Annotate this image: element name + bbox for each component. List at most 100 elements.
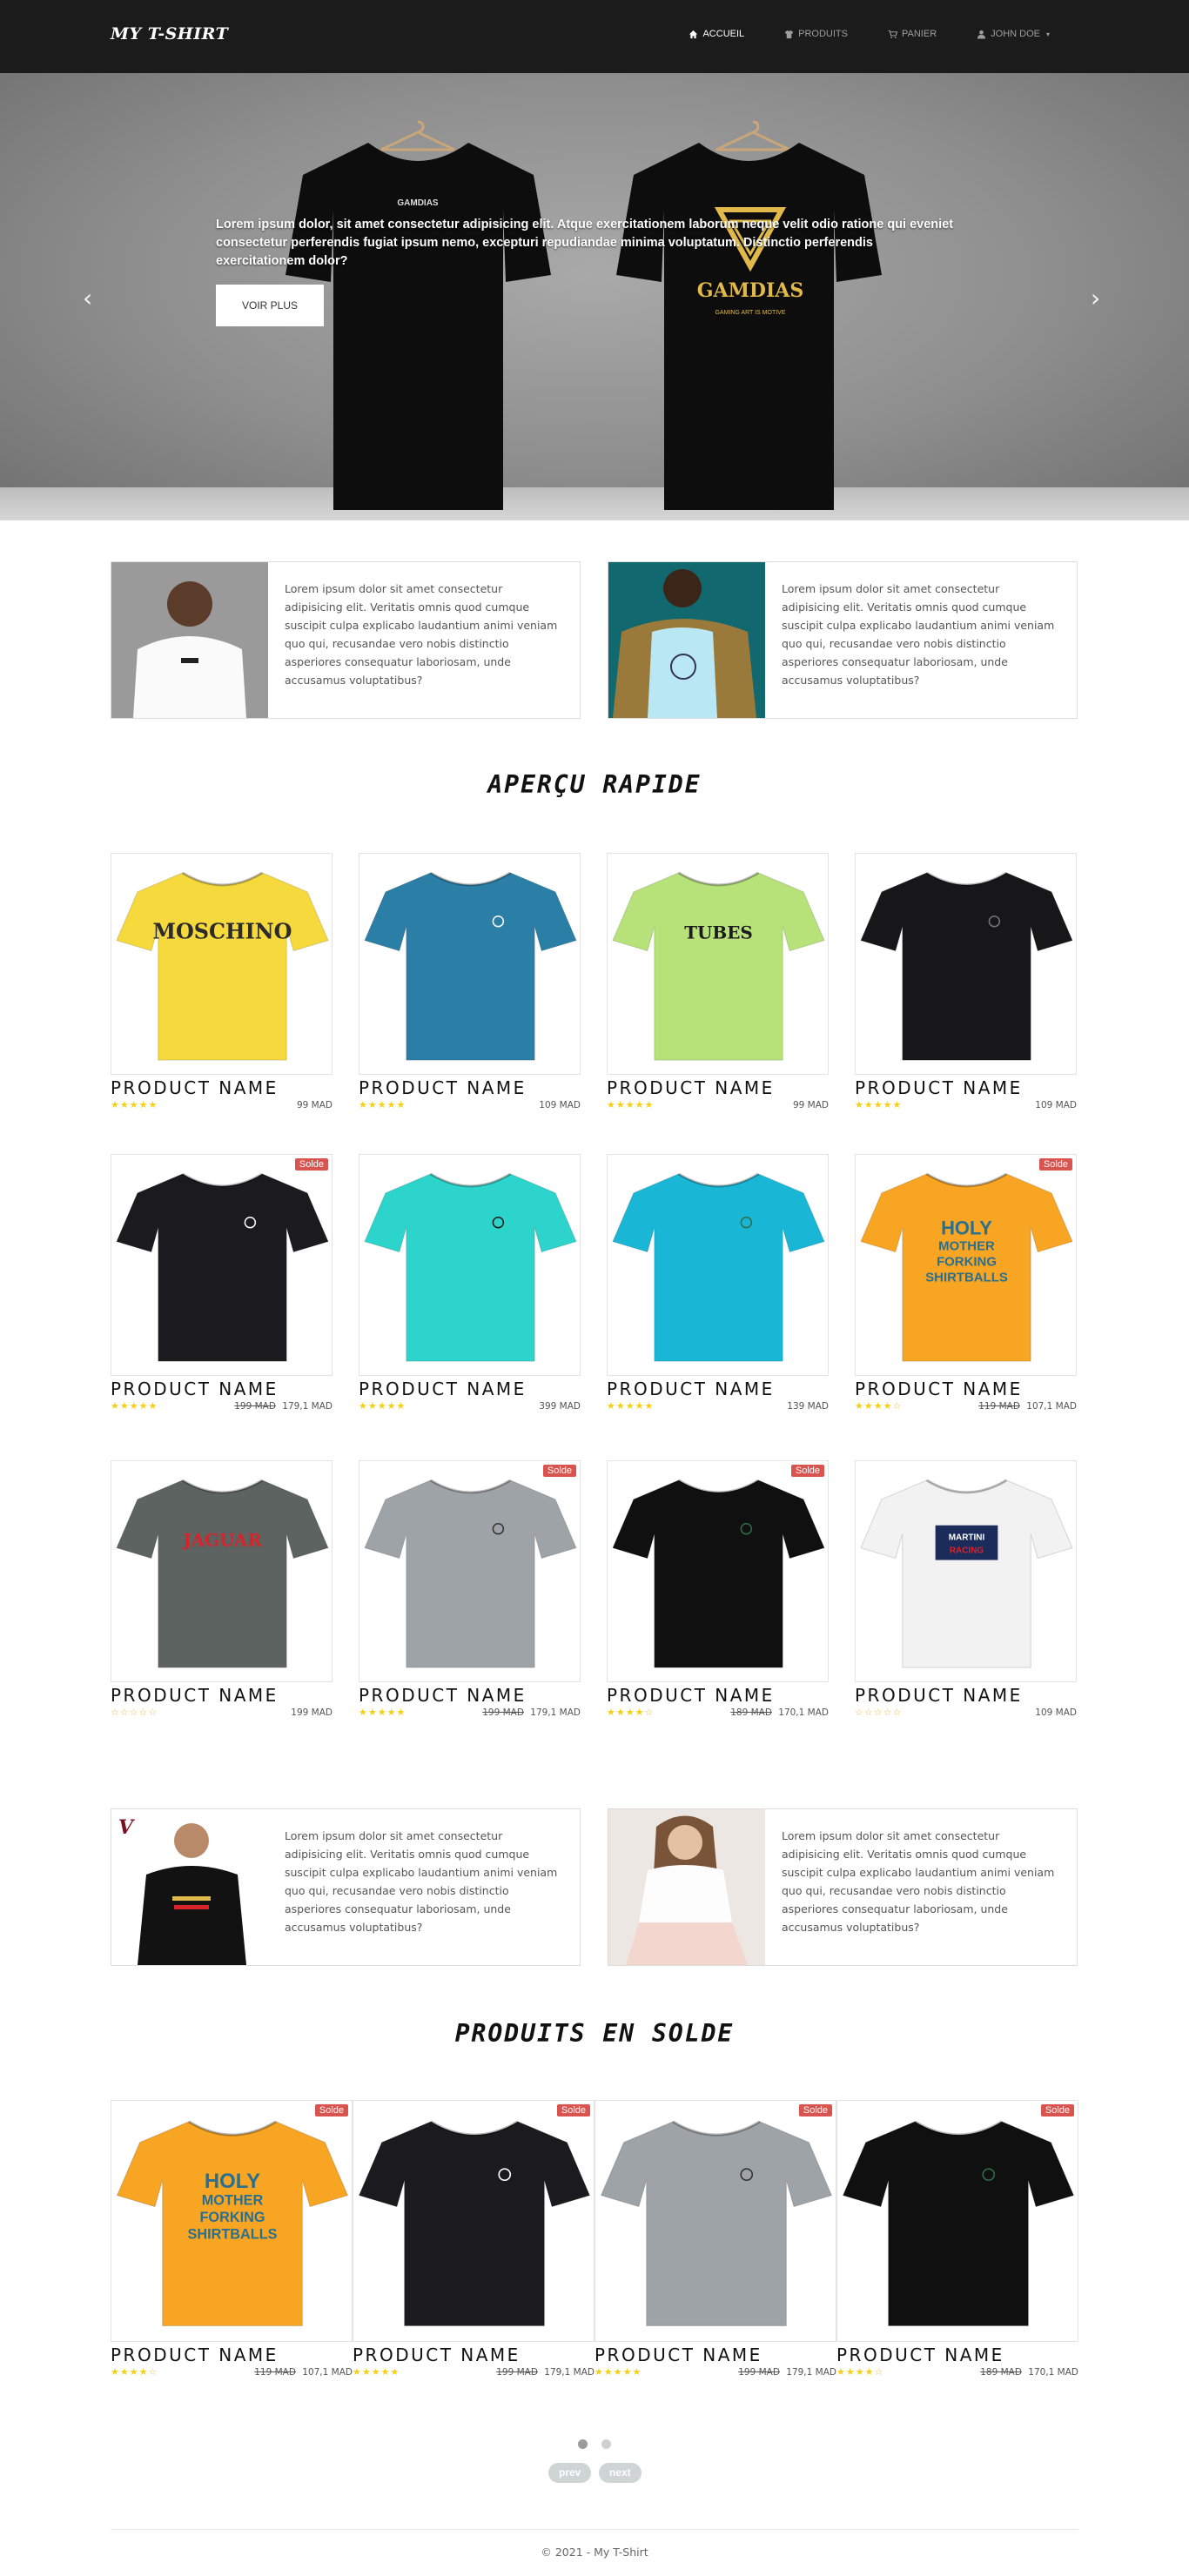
product-price: 139 MAD [787,1401,829,1412]
svg-text:JAGUAR: JAGUAR [181,1530,262,1551]
rating-stars: ★★★★★ [353,2366,400,2378]
carousel-next-button[interactable]: next [599,2463,642,2483]
product-card[interactable]: Solde PRODUCT NAME ★★★★★ 199 MAD 179,1 M… [359,1460,581,1720]
product-image[interactable]: Solde [607,1460,829,1682]
product-image[interactable]: Solde [594,2100,836,2342]
star-full-icon: ★ [371,2366,381,2378]
current-price: 170,1 MAD [1028,2367,1078,2378]
chevron-right-icon[interactable]: › [1091,284,1100,312]
rating-stars: ★★★★★ [855,1099,902,1111]
product-card[interactable]: Solde PRODUCT NAME ★★★★☆ 189 MAD 170,1 M… [836,2100,1078,2379]
product-name[interactable]: PRODUCT NAME [111,1685,333,1706]
product-image[interactable] [359,853,581,1075]
product-image[interactable]: HOLY MOTHER FORKING SHIRTBALLS Solde [855,1154,1077,1376]
product-image[interactable]: JAGUAR [111,1460,333,1682]
product-image[interactable]: TUBES [607,853,829,1075]
star-full-icon: ★ [111,1099,120,1110]
svg-text:HOLY: HOLY [941,1218,992,1239]
sale-badge: Solde [790,1465,824,1477]
product-card[interactable]: Solde PRODUCT NAME ★★★★☆ 189 MAD 170,1 M… [607,1460,829,1720]
star-full-icon: ★ [635,1099,645,1110]
product-name[interactable]: PRODUCT NAME [607,1077,829,1098]
svg-text:MARTINI: MARTINI [949,1533,985,1543]
product-card[interactable]: PRODUCT NAME ★★★★★ 399 MAD [359,1154,581,1413]
product-card[interactable]: Solde PRODUCT NAME ★★★★★ 199 MAD 179,1 M… [594,2100,836,2379]
product-name[interactable]: PRODUCT NAME [855,1685,1077,1706]
sale-badge: Solde [1040,2104,1074,2116]
rating-stars: ★★★★★ [607,1400,654,1412]
sale-badge: Solde [556,2104,590,2116]
star-full-icon: ★ [855,1400,864,1412]
product-name[interactable]: PRODUCT NAME [594,2345,836,2365]
product-card[interactable]: PRODUCT NAME ★★★★★ 139 MAD [607,1154,829,1413]
carousel-dot-2[interactable] [601,2439,611,2449]
nav-accueil[interactable]: ACCUEIL [689,29,744,39]
product-image[interactable] [607,1154,829,1376]
product-name[interactable]: PRODUCT NAME [855,1077,1077,1098]
product-card[interactable]: HOLY MOTHER FORKING SHIRTBALLS Solde PRODUC… [111,2100,353,2379]
product-card[interactable]: JAGUAR PRODUCT NAME ☆☆☆☆☆ 199 MAD [111,1460,333,1720]
star-full-icon: ★ [883,1400,893,1412]
product-name[interactable]: PRODUCT NAME [607,1379,829,1399]
star-empty-icon: ☆ [883,1707,893,1718]
feature-image [111,562,268,718]
star-full-icon: ★ [615,1400,626,1412]
voir-plus-button[interactable]: VOIR PLUS [216,285,324,326]
product-name[interactable]: PRODUCT NAME [359,1077,581,1098]
star-full-icon: ★ [377,1099,387,1110]
star-full-icon: ★ [386,1707,397,1718]
rating-stars: ★★★★★ [111,1400,158,1412]
product-price: 99 MAD [793,1100,829,1110]
main-nav: ACCUEIL PRODUITS PANIER JOHN DOE ▾ [689,29,1050,39]
product-card[interactable]: MARTINI RACING PRODUCT NAME ☆☆☆☆☆ 109 MAD [855,1460,1077,1720]
product-name[interactable]: PRODUCT NAME [359,1685,581,1706]
product-card[interactable]: TUBES PRODUCT NAME ★★★★★ 99 MAD [607,853,829,1112]
shirt-print-left: GAMDIAS [397,198,439,208]
rating-stars: ★★★★★ [594,2366,642,2378]
sale-badge: Solde [294,1158,328,1171]
cart-icon [888,30,897,38]
star-full-icon: ★ [635,1400,645,1412]
product-name[interactable]: PRODUCT NAME [607,1685,829,1706]
product-card[interactable]: PRODUCT NAME ★★★★★ 109 MAD [359,853,581,1112]
brand-logo[interactable]: MY T-SHIRT [111,24,228,44]
carousel-prev-button[interactable]: prev [548,2463,592,2483]
product-image[interactable] [359,1154,581,1376]
svg-text:V: V [118,1816,135,1839]
product-name[interactable]: PRODUCT NAME [111,1379,333,1399]
product-image[interactable]: Solde [353,2100,594,2342]
product-card[interactable]: Solde PRODUCT NAME ★★★★★ 199 MAD 179,1 M… [111,1154,333,1413]
star-empty-icon: ☆ [892,1707,903,1718]
rating-stars: ★★★★☆ [855,1400,902,1412]
carousel-dot-1[interactable] [578,2439,588,2449]
product-name[interactable]: PRODUCT NAME [353,2345,594,2365]
product-image[interactable]: Solde [836,2100,1078,2342]
product-image[interactable] [855,853,1077,1075]
product-card[interactable]: PRODUCT NAME ★★★★★ 109 MAD [855,853,1077,1112]
star-full-icon: ★ [625,1707,635,1718]
product-image[interactable]: HOLY MOTHER FORKING SHIRTBALLS Solde [111,2100,353,2342]
svg-text:MOTHER: MOTHER [202,2192,264,2208]
nav-produits[interactable]: PRODUITS [784,29,848,39]
product-card[interactable]: MOSCHINO PRODUCT NAME ★★★★★ 99 MAD [111,853,333,1112]
product-name[interactable]: PRODUCT NAME [836,2345,1078,2365]
nav-user-dropdown[interactable]: JOHN DOE ▾ [977,29,1050,39]
product-image[interactable]: MOSCHINO [111,853,333,1075]
product-image[interactable]: Solde [111,1154,333,1376]
star-empty-icon: ☆ [138,1707,149,1718]
product-image[interactable]: Solde [359,1460,581,1682]
product-card[interactable]: HOLY MOTHER FORKING SHIRTBALLS Solde PRODUC… [855,1154,1077,1413]
sale-badge: Solde [1038,1158,1072,1171]
product-card[interactable]: Solde PRODUCT NAME ★★★★★ 199 MAD 179,1 M… [353,2100,594,2379]
svg-text:MOTHER: MOTHER [938,1239,995,1254]
chevron-left-icon[interactable]: ‹ [83,284,92,312]
product-name[interactable]: PRODUCT NAME [111,1077,333,1098]
section-title-apercu: APERÇU RAPIDE [487,770,702,799]
nav-panier[interactable]: PANIER [888,29,937,39]
product-name[interactable]: PRODUCT NAME [111,2345,353,2365]
product-image[interactable]: MARTINI RACING [855,1460,1077,1682]
star-full-icon: ★ [396,1099,406,1110]
feature-text: Lorem ipsum dolor sit amet consectetur a… [285,1829,558,1934]
product-name[interactable]: PRODUCT NAME [855,1379,1077,1399]
product-name[interactable]: PRODUCT NAME [359,1379,581,1399]
